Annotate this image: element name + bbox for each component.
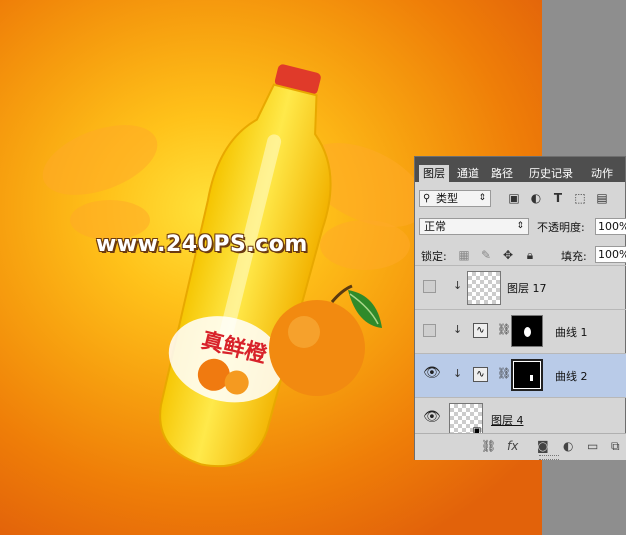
layer-thumbnail: ▣ [449, 403, 483, 437]
mask-shape [524, 327, 531, 337]
filter-smart-object-icon[interactable]: ▤ [595, 191, 609, 205]
lock-image-pixels-icon[interactable]: ✎ [479, 248, 493, 262]
blend-mode-select[interactable]: 正常 ⇕ [419, 218, 529, 235]
watermark-text: www.240PS.com [96, 232, 308, 257]
panel-resize-grip[interactable] [539, 455, 559, 460]
lock-position-icon[interactable]: ✥ [501, 248, 515, 262]
fill-label: 填充: [561, 250, 587, 263]
panel-footer: ⛓ fx ◙ ◐ ▭ ⧉ [415, 433, 626, 460]
layer-row[interactable]: ↓ 图层 17 [415, 265, 626, 309]
new-layer-icon[interactable]: ⧉ [611, 439, 620, 454]
search-icon: ⚲ [423, 193, 431, 204]
juice-bottle-image: 真鲜橙 [159, 64, 332, 468]
filter-pixel-icon[interactable]: ▣ [507, 191, 521, 205]
add-mask-icon[interactable]: ◙ [537, 439, 549, 453]
clipping-arrow-icon: ↓ [453, 367, 463, 380]
visibility-toggle[interactable] [423, 324, 436, 337]
blend-mode-value: 正常 [424, 220, 446, 233]
tab-layers[interactable]: 图层 [419, 165, 449, 182]
visibility-toggle[interactable] [423, 280, 436, 293]
link-icon[interactable]: ⛓ [497, 367, 511, 380]
chevron-updown-icon: ⇕ [478, 193, 486, 203]
layer-style-fx-icon[interactable]: fx [507, 439, 518, 453]
layer-filter-kind-select[interactable]: ⚲ 类型 ⇕ [419, 190, 491, 207]
layer-name[interactable]: 曲线 1 [555, 324, 588, 340]
layer-thumbnail [467, 271, 501, 305]
new-group-folder-icon[interactable]: ▭ [587, 439, 598, 453]
opacity-field[interactable]: 100% [595, 218, 626, 235]
mask-shape [530, 375, 533, 381]
clipping-arrow-icon: ↓ [453, 279, 463, 292]
layer-name[interactable]: 图层 17 [507, 280, 547, 296]
eye-icon[interactable]: 👁︎ [423, 410, 441, 425]
layer-row[interactable]: ↓ ∿ ⛓ 曲线 1 [415, 309, 626, 353]
curves-adjustment-icon[interactable]: ∿ [473, 367, 488, 382]
filter-adjustment-icon[interactable]: ◐ [529, 191, 543, 205]
filter-shape-icon[interactable]: ⬚ [573, 191, 587, 205]
clipping-arrow-icon: ↓ [453, 323, 463, 336]
eye-icon[interactable]: 👁︎ [423, 366, 441, 381]
tab-channels[interactable]: 通道 [453, 165, 483, 182]
tab-actions[interactable]: 动作 [585, 165, 619, 182]
layer-name[interactable]: 曲线 2 [555, 368, 588, 384]
adjustment-layer-icon[interactable]: ◐ [563, 439, 573, 453]
filter-type-icon[interactable]: T [551, 191, 565, 205]
panel-tab-bar: 图层 通道 路径 历史记录 动作 [415, 157, 625, 182]
lock-label: 锁定: [421, 250, 447, 263]
link-layers-icon[interactable]: ⛓ [481, 439, 496, 453]
layer-mask-thumbnail[interactable] [511, 359, 543, 391]
lock-transparent-pixels-icon[interactable]: ▦ [457, 248, 471, 262]
link-icon[interactable]: ⛓ [497, 323, 511, 336]
opacity-label: 不透明度: [537, 221, 585, 234]
layers-panel[interactable]: 图层 通道 路径 历史记录 动作 ⚲ 类型 ⇕ ▣ ◐ T ⬚ ▤ 正常 ⇕ 不… [414, 156, 626, 460]
orange-fruit-image [269, 284, 382, 396]
tab-paths[interactable]: 路径 [487, 165, 517, 182]
layer-mask-thumbnail[interactable] [511, 315, 543, 347]
chevron-down-icon: ⇕ [516, 221, 524, 231]
layer-name[interactable]: 图层 4 [491, 412, 524, 428]
curves-adjustment-icon[interactable]: ∿ [473, 323, 488, 338]
tab-history[interactable]: 历史记录 [523, 165, 579, 182]
fill-field[interactable]: 100% [595, 246, 626, 263]
lock-all-icon[interactable]: 🔒︎ [523, 248, 537, 262]
layer-row-selected[interactable]: 👁︎ ↓ ∿ ⛓ 曲线 2 [415, 353, 626, 397]
filter-kind-label: 类型 [436, 192, 458, 205]
